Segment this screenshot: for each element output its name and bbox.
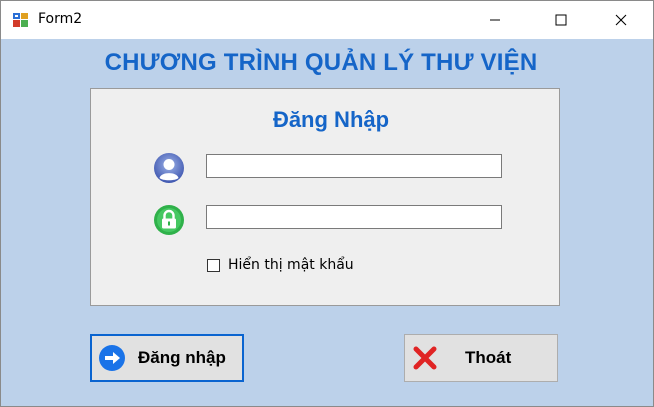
- minimize-icon: [490, 19, 500, 21]
- lock-icon: [154, 205, 184, 235]
- exit-button[interactable]: Thoát: [404, 334, 558, 382]
- user-icon: [154, 153, 184, 183]
- window-title: Form2: [38, 11, 83, 27]
- login-heading: Đăng Nhập: [272, 107, 390, 132]
- password-input[interactable]: [206, 205, 502, 229]
- username-input[interactable]: [206, 154, 502, 178]
- red-x-icon: [413, 346, 437, 370]
- app-title: CHƯƠNG TRÌNH QUẢN LÝ THƯ VIỆN: [104, 49, 538, 76]
- arrow-right-icon: [99, 345, 125, 371]
- exit-button-label: Thoát: [465, 348, 512, 367]
- app-form-icon: [13, 13, 28, 27]
- show-password-label[interactable]: Hiển thị mật khẩu: [228, 257, 354, 273]
- form-client-area: CHƯƠNG TRÌNH QUẢN LÝ THƯ VIỆN Đăng Nhập: [1, 39, 653, 406]
- close-button[interactable]: [598, 1, 644, 39]
- minimize-button[interactable]: [472, 1, 518, 39]
- close-icon: [615, 14, 627, 26]
- login-window: Form2 CHƯƠNG TRÌNH QUẢN LÝ THƯ VIỆN Đăng…: [0, 0, 654, 407]
- maximize-button[interactable]: [538, 1, 584, 39]
- login-panel: Đăng Nhập Hiển thị mật khẩu: [90, 88, 560, 306]
- show-password-checkbox[interactable]: [207, 259, 220, 272]
- login-button[interactable]: Đăng nhập: [90, 334, 244, 382]
- login-button-label: Đăng nhập: [138, 348, 226, 367]
- maximize-icon: [555, 14, 567, 26]
- title-bar: Form2: [1, 1, 653, 39]
